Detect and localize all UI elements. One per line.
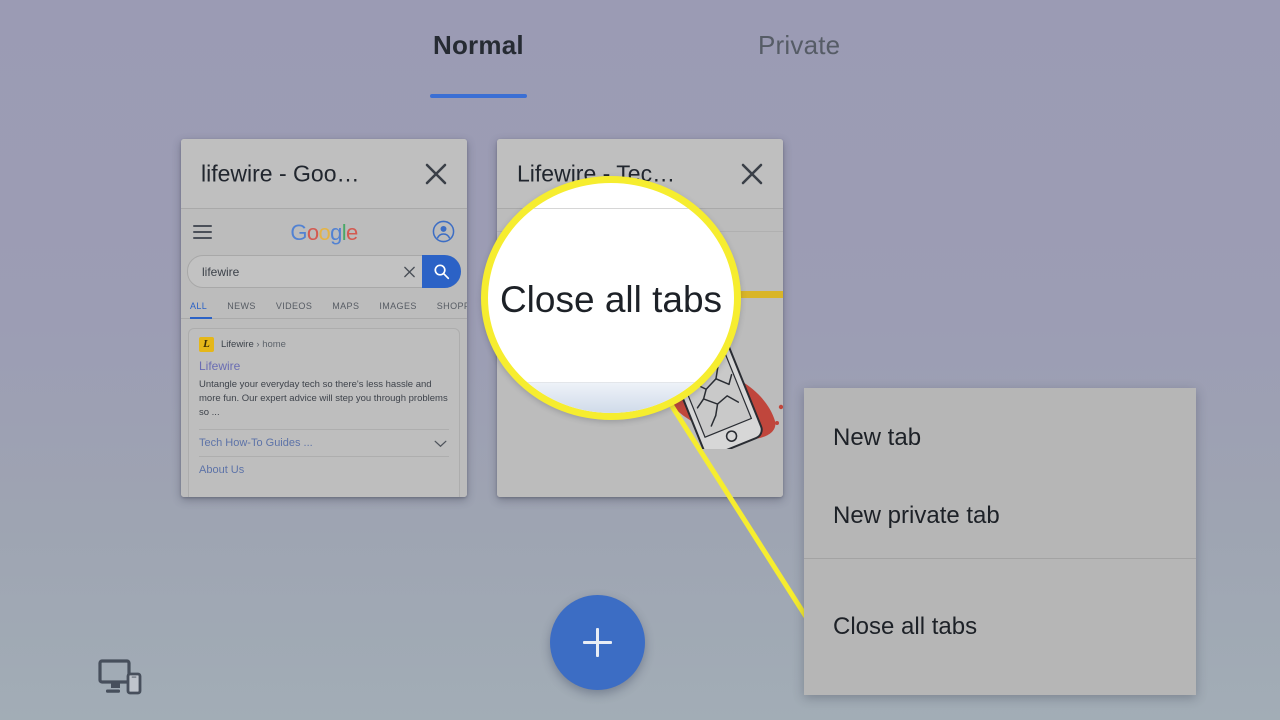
google-header: Google: [181, 209, 467, 255]
result-sublink-about[interactable]: About Us: [199, 456, 449, 483]
magnifier-callout: Close all tabs: [481, 176, 741, 420]
google-logo: Google: [290, 220, 358, 245]
tab-normal[interactable]: Normal: [433, 30, 524, 61]
tab-card-google[interactable]: lifewire - Goo… Google lifewire ALL NEWS…: [181, 139, 467, 497]
google-tab-maps[interactable]: MAPS: [332, 301, 359, 311]
tab-switcher-screen: Normal Private lifewire - Goo… Google li…: [0, 0, 1280, 720]
menu-item-close-all-tabs[interactable]: Close all tabs: [804, 559, 1196, 695]
tab-active-indicator: [430, 94, 527, 98]
google-tab-images[interactable]: IMAGES: [379, 301, 416, 311]
result-site-row: L Lifewire › home: [199, 337, 449, 352]
avatar-icon[interactable]: [432, 220, 455, 243]
result-site-name: Lifewire › home: [221, 339, 286, 350]
result-sublink-label: Tech How-To Guides ...: [199, 437, 313, 449]
tab-private[interactable]: Private: [758, 30, 840, 61]
google-search-bar[interactable]: lifewire: [187, 255, 461, 288]
google-tab-all[interactable]: ALL: [190, 301, 207, 311]
result-sublink-label: About Us: [199, 464, 245, 476]
chevron-down-icon[interactable]: [434, 439, 447, 451]
context-menu: New tab New private tab Close all tabs: [804, 388, 1196, 695]
magnifier-text: Close all tabs: [499, 279, 723, 320]
result-sublink-guides[interactable]: Tech How-To Guides ...: [199, 429, 449, 456]
result-snippet: Untangle your everyday tech so there's l…: [199, 379, 448, 418]
favicon-icon: L: [199, 337, 214, 352]
close-icon[interactable]: [739, 161, 765, 187]
google-tab-videos[interactable]: VIDEOS: [276, 301, 312, 311]
cast-devices-icon[interactable]: [98, 658, 142, 696]
search-result-card[interactable]: L Lifewire › home Lifewire Untangle your…: [188, 328, 460, 497]
plus-icon: [596, 628, 599, 657]
tab-strip: Normal Private: [0, 0, 1280, 100]
result-breadcrumb: › home: [256, 339, 286, 350]
result-title[interactable]: Lifewire: [199, 359, 449, 373]
menu-item-new-tab[interactable]: New tab: [804, 388, 1196, 474]
search-input[interactable]: lifewire: [202, 265, 239, 279]
divider: [488, 208, 734, 209]
result-site-label: Lifewire: [221, 339, 254, 350]
tab-card-titlebar: lifewire - Goo…: [181, 139, 467, 209]
tab-card-preview-google: Google lifewire ALL NEWS VIDEOS MAPS IMA…: [181, 209, 467, 497]
google-tab-indicator: [190, 317, 212, 319]
new-tab-fab-button[interactable]: [550, 595, 645, 690]
google-tab-news[interactable]: NEWS: [227, 301, 256, 311]
google-tab-shopping[interactable]: SHOPPIN: [437, 301, 467, 311]
google-nav-tabs: ALL NEWS VIDEOS MAPS IMAGES SHOPPIN: [181, 296, 467, 319]
tab-card-title: lifewire - Goo…: [201, 160, 360, 186]
search-button[interactable]: [422, 255, 461, 288]
menu-item-new-private-tab[interactable]: New private tab: [804, 474, 1196, 558]
close-icon[interactable]: [423, 161, 449, 187]
clear-icon[interactable]: [403, 265, 416, 278]
